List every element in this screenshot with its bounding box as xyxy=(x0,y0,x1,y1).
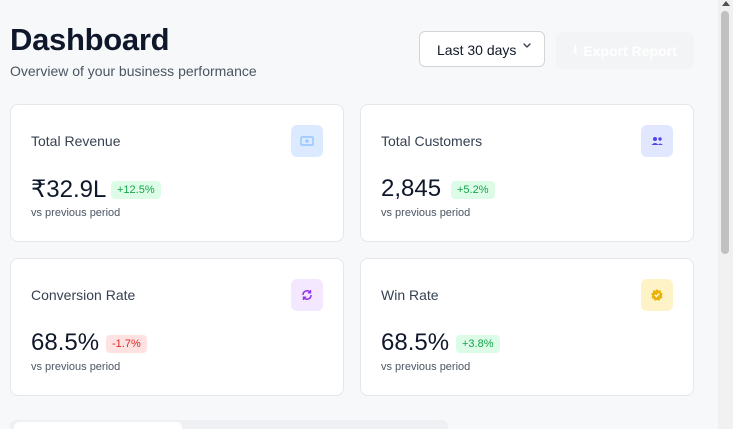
metric-card-conversion-rate: Conversion Rate 68.5% -1.7% vs previous … xyxy=(10,258,344,396)
change-badge: -1.7% xyxy=(106,335,147,353)
metric-card-win-rate: Win Rate 68.5% +3.8% vs previous period xyxy=(360,258,694,396)
metric-subtext: vs previous period xyxy=(31,361,121,373)
metric-subtext: vs previous period xyxy=(31,207,121,219)
metric-title: Conversion Rate xyxy=(31,287,136,303)
metric-subtext: vs previous period xyxy=(381,207,471,219)
money-icon xyxy=(291,125,323,157)
chevron-down-icon xyxy=(523,43,531,48)
metric-card-total-customers: Total Customers 2,845 +5.2% vs previous … xyxy=(360,104,694,242)
scroll-thumb[interactable] xyxy=(721,11,729,254)
metric-value: 2,845 xyxy=(381,175,442,202)
export-report-label: Export Report xyxy=(583,42,677,59)
vertical-scrollbar[interactable] xyxy=(718,0,733,429)
metric-title: Win Rate xyxy=(381,287,439,303)
change-badge: +3.8% xyxy=(456,335,500,353)
badge-icon xyxy=(641,279,673,311)
change-badge: +5.2% xyxy=(451,181,495,199)
page-title: Dashboard xyxy=(10,22,170,57)
export-report-button[interactable]: ⭳ Export Report xyxy=(556,32,694,69)
period-select[interactable]: Last 30 days xyxy=(419,31,545,67)
metric-title: Total Revenue xyxy=(31,133,121,149)
dashboard-page: Dashboard Overview of your business perf… xyxy=(0,0,718,429)
metric-value: 68.5% xyxy=(31,329,100,356)
metric-value: ₹32.9L xyxy=(31,176,107,203)
download-icon: ⭳ xyxy=(573,42,578,56)
change-badge: +12.5% xyxy=(111,181,161,199)
metric-value: 68.5% xyxy=(381,329,450,356)
page-subtitle: Overview of your business performance xyxy=(10,63,257,79)
metric-title: Total Customers xyxy=(381,133,483,149)
users-icon xyxy=(641,125,673,157)
refresh-icon xyxy=(291,279,323,311)
scroll-up-arrow-icon[interactable] xyxy=(722,1,730,6)
period-select-value: Last 30 days xyxy=(437,42,517,58)
metric-card-total-revenue: Total Revenue ₹32.9L +12.5% vs previous … xyxy=(10,104,344,242)
metric-subtext: vs previous period xyxy=(381,361,471,373)
tab-active[interactable] xyxy=(14,422,182,429)
